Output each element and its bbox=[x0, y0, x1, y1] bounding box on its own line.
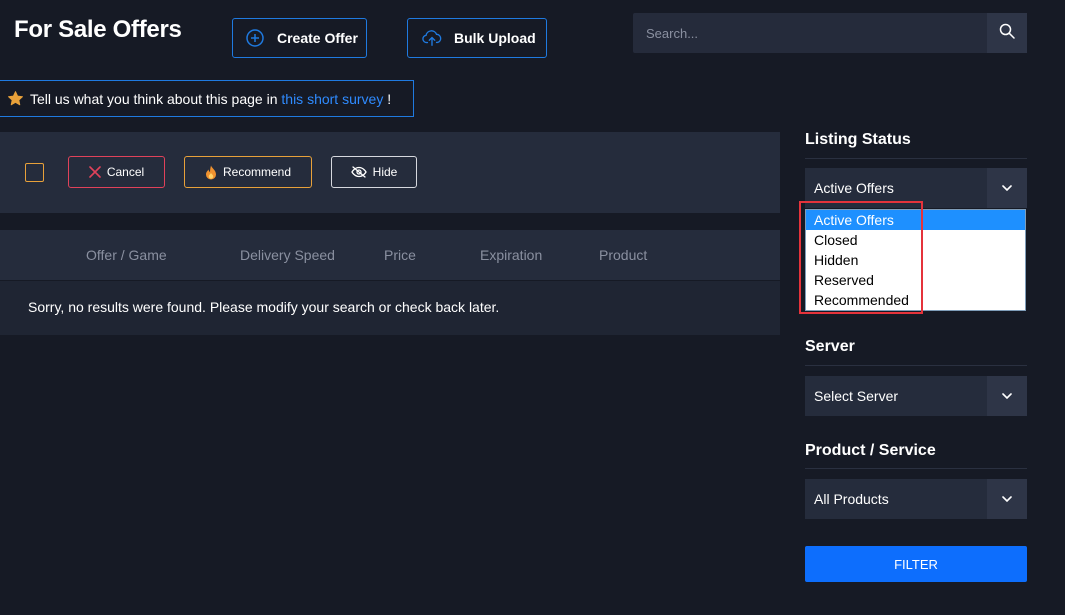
chevron-down-icon bbox=[987, 479, 1027, 519]
star-icon bbox=[7, 90, 24, 107]
cancel-label: Cancel bbox=[106, 165, 145, 179]
chevron-down-icon bbox=[987, 168, 1027, 208]
search-bar bbox=[633, 13, 1027, 53]
listing-status-title: Listing Status bbox=[805, 131, 911, 148]
create-offer-button[interactable]: Create Offer bbox=[232, 18, 367, 58]
search-button[interactable] bbox=[987, 13, 1027, 53]
listing-status-value: Active Offers bbox=[814, 180, 894, 196]
server-value: Select Server bbox=[814, 388, 899, 404]
hide-button[interactable]: Hide bbox=[331, 156, 417, 188]
filter-button[interactable]: FILTER bbox=[805, 546, 1027, 582]
divider bbox=[805, 158, 1027, 159]
server-select[interactable]: Select Server bbox=[805, 376, 1027, 416]
page-title: For Sale Offers bbox=[14, 16, 182, 43]
plus-circle-icon bbox=[245, 28, 265, 48]
hide-label: Hide bbox=[372, 165, 398, 179]
eye-slash-icon bbox=[350, 166, 367, 178]
product-select[interactable]: All Products bbox=[805, 479, 1027, 519]
search-input[interactable] bbox=[633, 13, 987, 53]
cloud-upload-icon bbox=[422, 28, 442, 48]
product-service-title: Product / Service bbox=[805, 442, 936, 459]
column-header-offer-game[interactable]: Offer / Game bbox=[86, 247, 167, 263]
bulk-upload-label: Bulk Upload bbox=[454, 30, 536, 46]
divider bbox=[805, 468, 1027, 469]
column-header-product[interactable]: Product bbox=[599, 247, 647, 263]
survey-text: Tell us what you think about this page i… bbox=[30, 90, 278, 107]
survey-banner: Tell us what you think about this page i… bbox=[0, 80, 414, 117]
chevron-down-icon bbox=[987, 376, 1027, 416]
select-all-checkbox[interactable] bbox=[25, 163, 44, 182]
recommend-button[interactable]: Recommend bbox=[184, 156, 312, 188]
divider bbox=[805, 365, 1027, 366]
cancel-button[interactable]: Cancel bbox=[68, 156, 165, 188]
recommend-label: Recommend bbox=[222, 165, 292, 179]
column-header-delivery-speed[interactable]: Delivery Speed bbox=[240, 247, 335, 263]
survey-link[interactable]: this short survey bbox=[281, 91, 383, 107]
create-offer-label: Create Offer bbox=[277, 30, 358, 46]
highlight-box bbox=[799, 201, 923, 314]
empty-results-message: Sorry, no results were found. Please mod… bbox=[28, 299, 500, 315]
column-header-price[interactable]: Price bbox=[384, 247, 416, 263]
flame-icon bbox=[205, 165, 217, 180]
search-icon bbox=[999, 23, 1015, 44]
column-header-expiration[interactable]: Expiration bbox=[480, 247, 542, 263]
survey-suffix: ! bbox=[387, 90, 392, 107]
x-icon bbox=[89, 166, 101, 178]
product-value: All Products bbox=[814, 491, 889, 507]
bulk-upload-button[interactable]: Bulk Upload bbox=[407, 18, 547, 58]
server-title: Server bbox=[805, 338, 855, 355]
